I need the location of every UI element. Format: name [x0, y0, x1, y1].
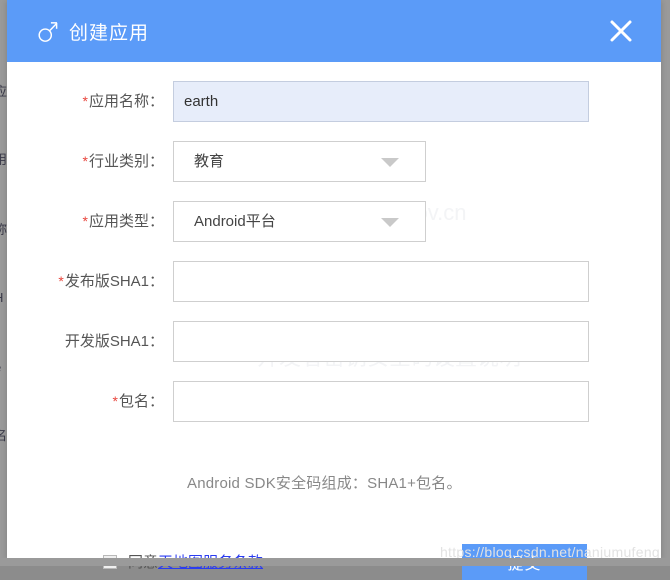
- label-text: 发布版SHA1：: [65, 273, 164, 290]
- close-icon[interactable]: [607, 17, 635, 45]
- label-develop-sha1: 开发版SHA1：: [7, 321, 173, 362]
- label-text: 行业类别：: [89, 153, 164, 170]
- sdk-hint-text: Android SDK安全码组成：SHA1+包名。: [187, 472, 462, 493]
- dialog-body: 天地图开发者 http://lbs.tianditu.gov.cn 开发者密钥安…: [7, 62, 661, 558]
- app-type-value[interactable]: Android平台: [173, 201, 426, 242]
- required-marker: *: [83, 213, 88, 229]
- industry-category-select[interactable]: 教育: [173, 141, 426, 182]
- page-bottom-rail: [0, 558, 670, 566]
- dialog-title: 创建应用: [69, 18, 149, 45]
- required-marker: *: [83, 153, 88, 169]
- form-row-app-type: *应用类型： Android平台: [7, 201, 661, 242]
- app-name-input[interactable]: [173, 81, 589, 122]
- create-app-dialog: 创建应用 天地图开发者 http://lbs.tianditu.gov.cn 开…: [7, 0, 661, 558]
- label-package-name: *包名：: [7, 381, 173, 422]
- mars-symbol-icon: [37, 18, 59, 44]
- form-row-industry-category: *行业类别： 教育: [7, 141, 661, 182]
- dialog-header: 创建应用: [7, 0, 661, 62]
- label-text: 应用类型：: [89, 213, 164, 230]
- app-type-select[interactable]: Android平台: [173, 201, 426, 242]
- form-row-package-name: *包名：: [7, 381, 661, 422]
- form-row-app-name: *应用名称：: [7, 81, 661, 122]
- release-sha1-input[interactable]: [173, 261, 589, 302]
- develop-sha1-input[interactable]: [173, 321, 589, 362]
- label-text: 包名：: [119, 393, 164, 410]
- package-name-input[interactable]: [173, 381, 589, 422]
- label-release-sha1: *发布版SHA1：: [7, 261, 173, 302]
- label-text: 开发版SHA1：: [65, 333, 164, 350]
- industry-category-value[interactable]: 教育: [173, 141, 426, 182]
- label-text: 应用名称：: [89, 93, 164, 110]
- label-industry-category: *行业类别：: [7, 141, 173, 182]
- label-app-type: *应用类型：: [7, 201, 173, 242]
- form-row-develop-sha1: 开发版SHA1：: [7, 321, 661, 362]
- required-marker: *: [113, 393, 118, 409]
- label-app-name: *应用名称：: [7, 81, 173, 122]
- required-marker: *: [58, 273, 63, 289]
- form-row-release-sha1: *发布版SHA1：: [7, 261, 661, 302]
- required-marker: *: [83, 93, 88, 109]
- page-right-rail: [661, 0, 670, 566]
